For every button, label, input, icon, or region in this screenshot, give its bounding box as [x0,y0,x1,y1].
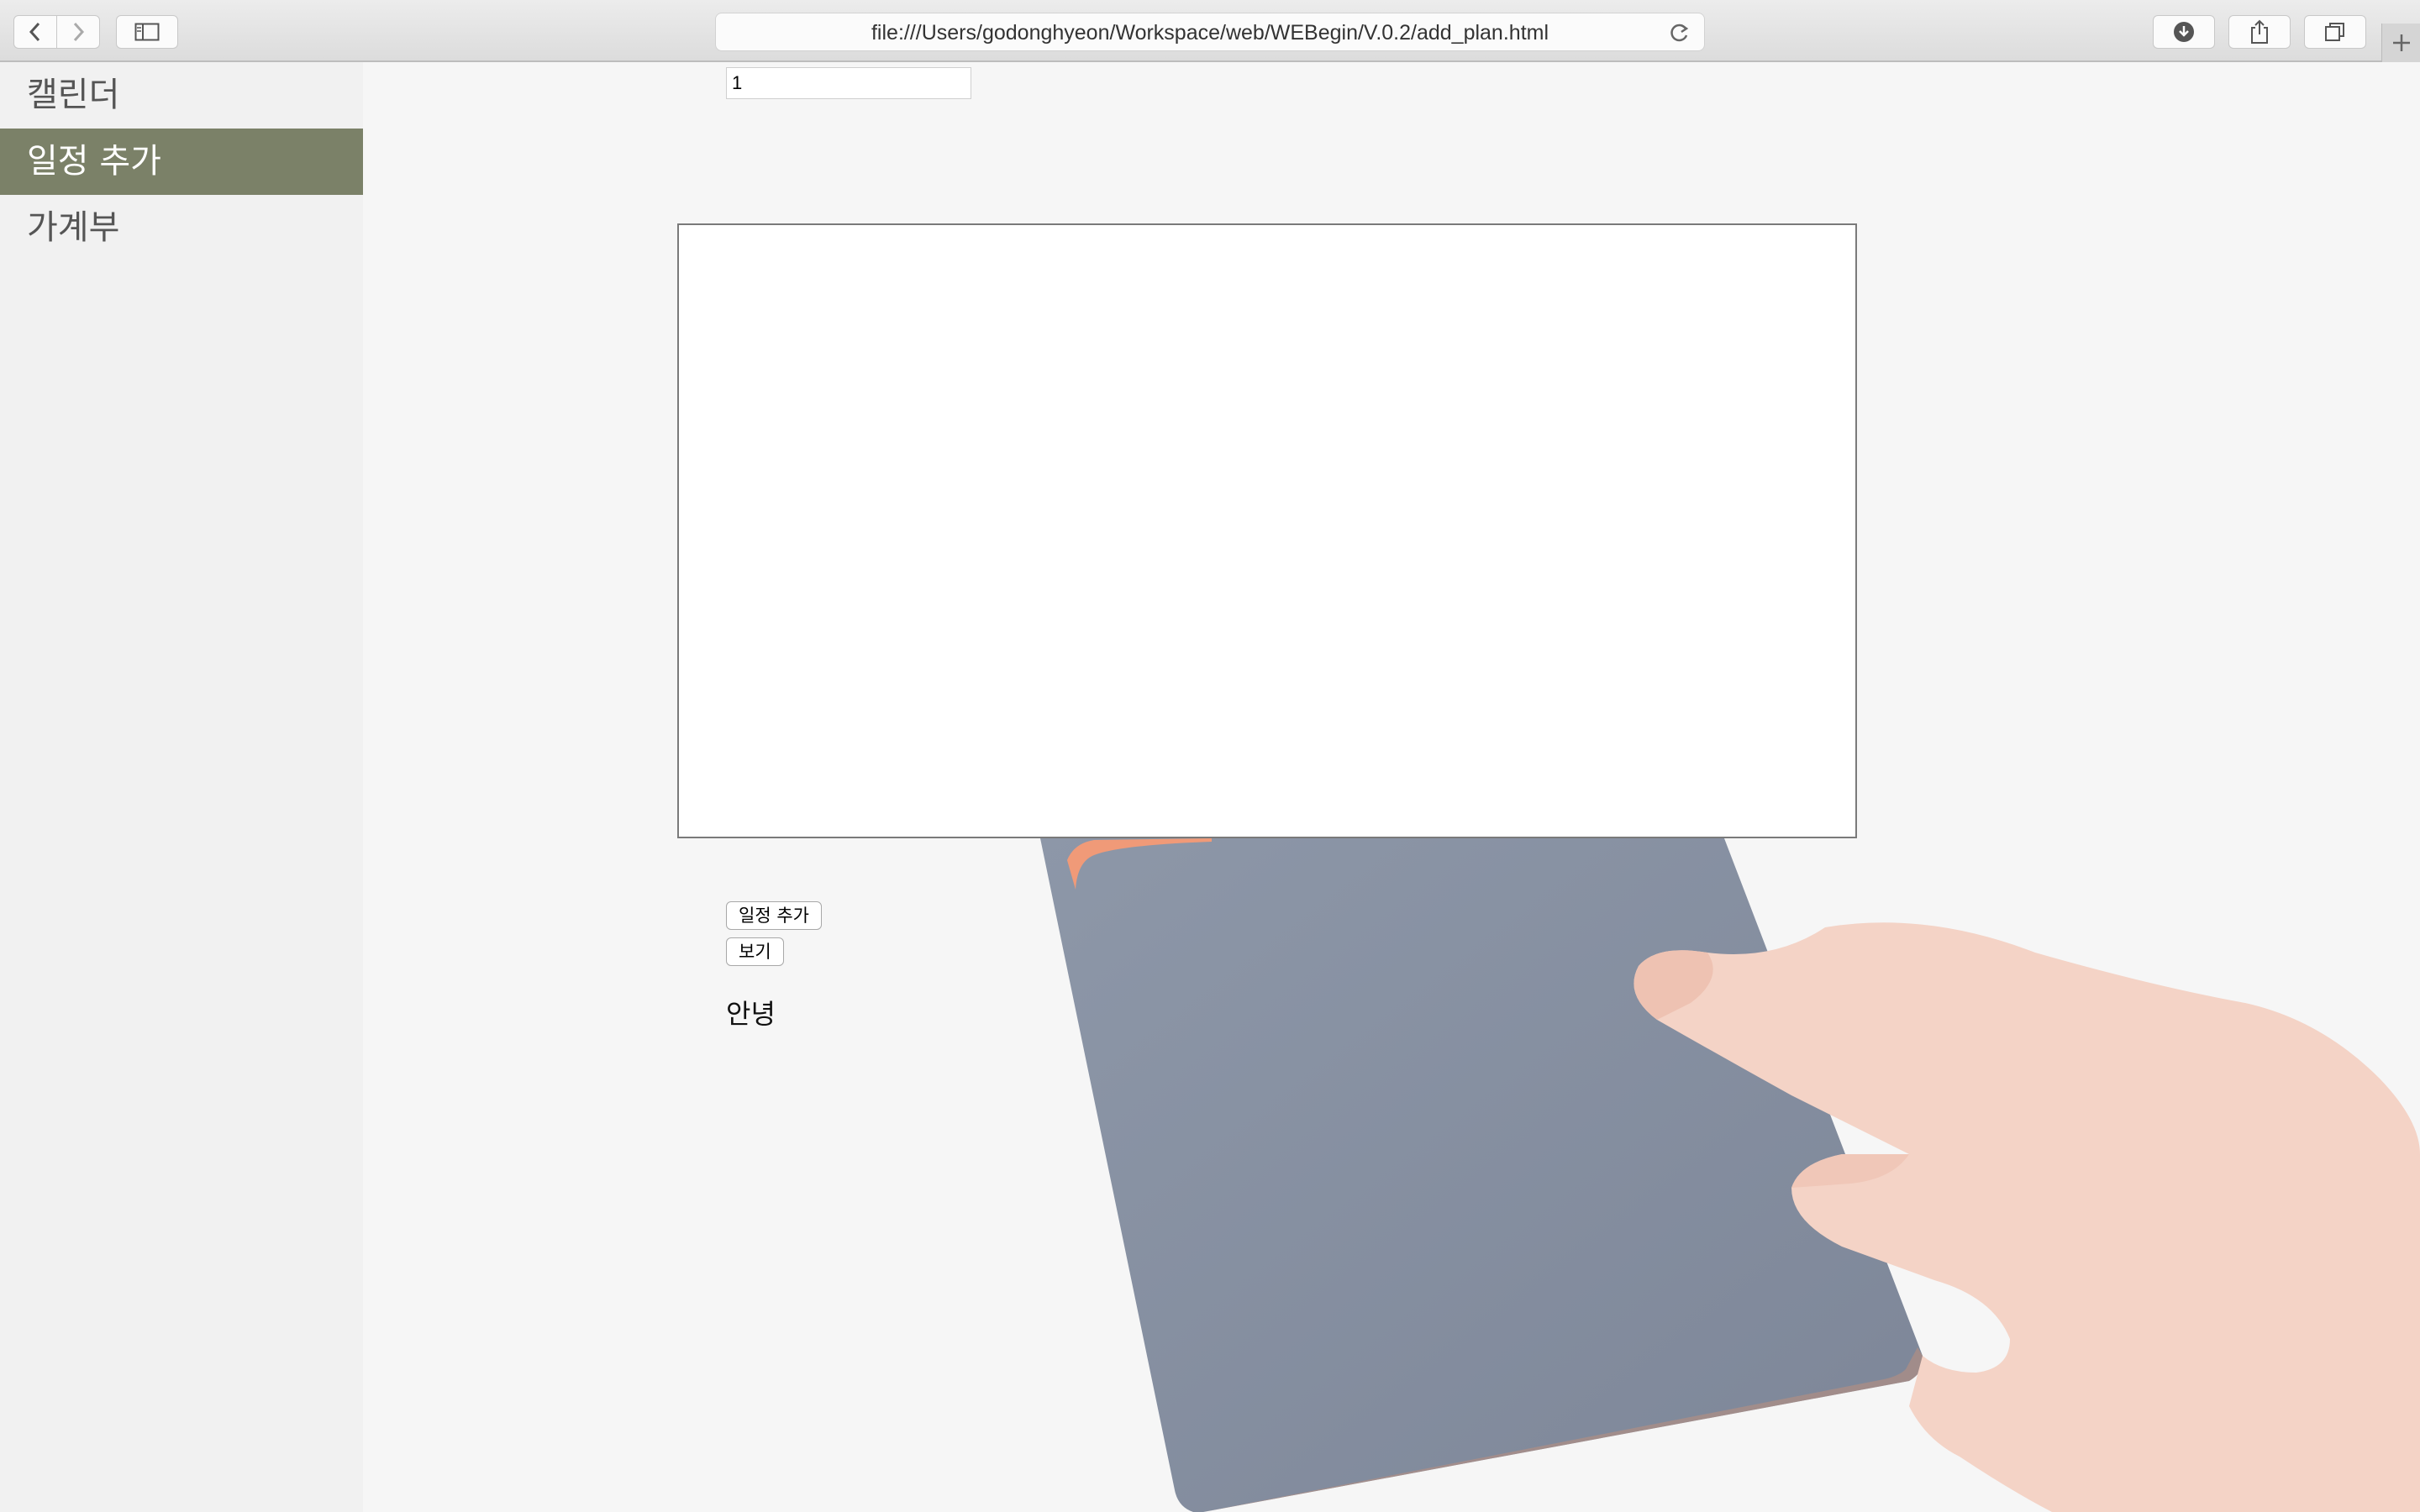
tabs-icon [2325,23,2344,41]
sidebar-item-add-plan[interactable]: 일정 추가 [0,129,363,195]
sidebar-item-household-ledger[interactable]: 가계부 [0,195,363,261]
sidebar-toggle-button[interactable] [116,15,178,49]
add-plan-button[interactable]: 일정 추가 [726,901,822,930]
new-tab-button[interactable] [2381,24,2420,62]
forward-button[interactable] [56,15,100,49]
share-icon [2251,19,2268,44]
view-button[interactable]: 보기 [726,937,784,966]
browser-toolbar: file:///Users/godonghyeon/Workspace/web/… [0,0,2420,62]
chevron-left-icon [29,22,40,42]
greeting-text: 안녕 [726,998,776,1030]
address-bar[interactable]: file:///Users/godonghyeon/Workspace/web/… [715,13,1705,51]
back-button[interactable] [13,15,57,49]
page: 캘린더 일정 추가 가계부 일정 추가 보기 안녕 [0,62,2420,1512]
share-button[interactable] [2228,15,2291,49]
plan-number-input[interactable] [726,67,971,99]
plan-textarea[interactable] [677,223,1857,838]
tabs-button[interactable] [2304,15,2366,49]
sidebar-nav: 캘린더 일정 추가 가계부 [0,62,363,1512]
sidebar-icon [134,23,160,41]
downloads-button[interactable] [2153,15,2215,49]
sidebar-item-calendar[interactable]: 캘린더 [0,62,363,129]
chevron-right-icon [73,22,85,42]
url-text: file:///Users/godonghyeon/Workspace/web/… [871,21,1549,45]
plus-icon [2392,34,2410,51]
reload-icon[interactable] [1669,22,1691,44]
main-content: 일정 추가 보기 안녕 [363,62,2420,1512]
download-icon [2174,22,2194,42]
